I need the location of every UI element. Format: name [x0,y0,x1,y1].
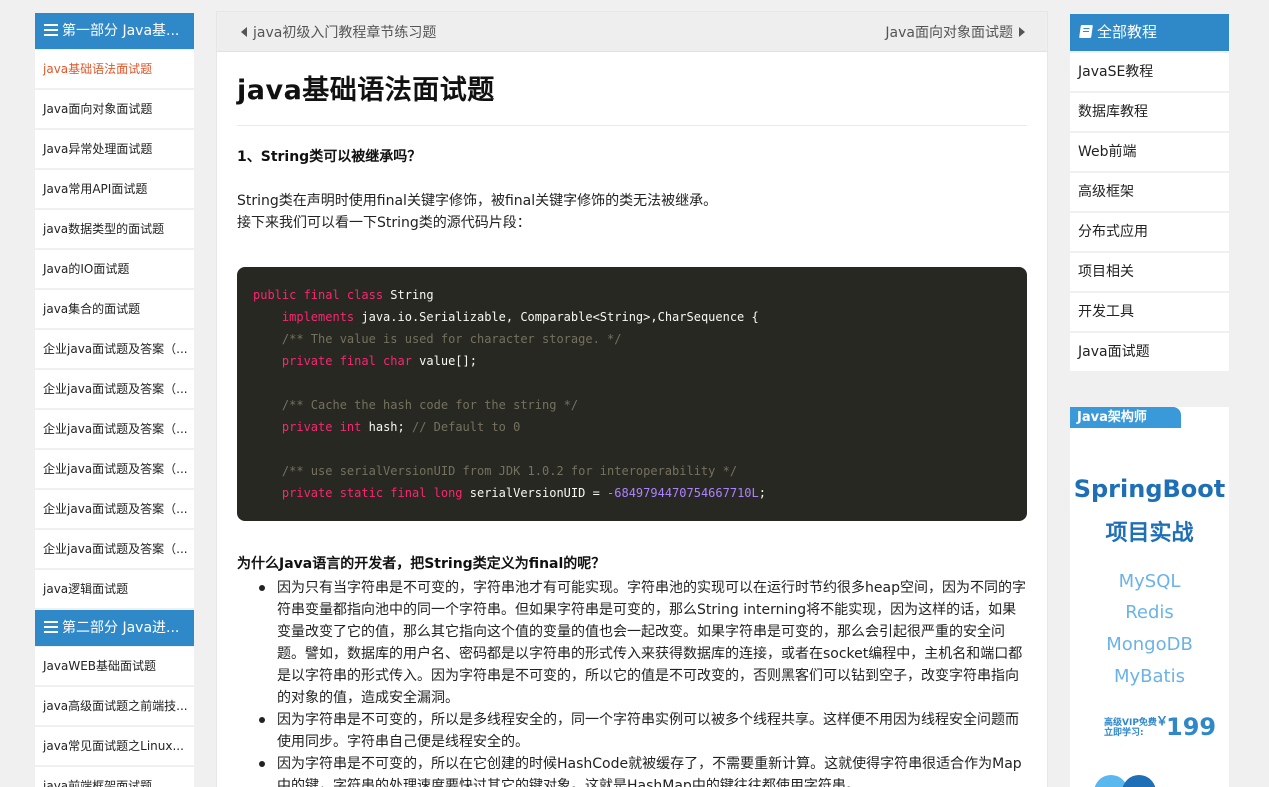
ad-tech-item: MyBatis [1114,666,1185,687]
ad-tech-item: Redis [1125,602,1174,623]
section-header-1[interactable]: 第一部分 Java基... [35,13,194,49]
right-sidebar: 全部教程 JavaSE教程 数据库教程 Web前端 高级框架 分布式应用 项目相… [1070,14,1229,371]
sidebar-item[interactable]: Java的IO面试题 [35,250,194,288]
sidebar-item[interactable]: java集合的面试题 [35,290,194,328]
next-link[interactable]: Java面向对象面试题 [885,22,1025,42]
sidebar-item[interactable]: 企业java面试题及答案（... [35,330,194,368]
tutorials-header: 全部教程 [1070,14,1229,51]
paragraph: String类在声明时使用final关键字修饰，被final关键字修饰的类无法被… [237,193,718,231]
sidebar-item[interactable]: java前端框架面试题 [35,767,194,787]
left-sidebar: 第一部分 Java基... java基础语法面试题 Java面向对象面试题 Ja… [35,13,194,787]
main-article: java初级入门教程章节练习题 Java面向对象面试题 java基础语法面试题 … [216,11,1048,787]
tutorial-link[interactable]: 分布式应用 [1070,213,1229,251]
list-item: 因为只有当字符串是不可变的，字符串池才有可能实现。字符串池的实现可以在运行时节约… [259,577,1027,709]
tutorial-link[interactable]: Web前端 [1070,133,1229,171]
question-1: 1、String类可以被继承吗？ [237,149,422,165]
ad-subheadline: 项目实战 [1105,521,1194,546]
menu-icon [44,24,58,36]
tutorial-link[interactable]: 项目相关 [1070,253,1229,291]
section-header-2[interactable]: 第二部分 Java进... [35,610,194,646]
list-item: 因为字符串是不可变的，所以在它创建的时候HashCode就被缓存了，不需要重新计… [259,753,1027,787]
tutorial-link[interactable]: 高级框架 [1070,173,1229,211]
tutorial-link[interactable]: JavaSE教程 [1070,53,1229,91]
ad-vip-text: 高级VIP免费 立即学习: [1104,718,1157,738]
sidebar-item[interactable]: java常见面试题之Linux... [35,727,194,765]
sidebar-item[interactable]: java高级面试题之前端技... [35,687,194,725]
ad-tag: Java架构师 [1070,407,1181,428]
sidebar-item-active[interactable]: java基础语法面试题 [35,50,194,88]
ad-price: 199 [1166,713,1217,741]
tutorial-link[interactable]: 开发工具 [1070,293,1229,331]
ad-banner[interactable]: Java架构师 SpringBoot 项目实战 MySQL Redis Mong… [1070,407,1229,787]
ad-tech-item: MySQL [1118,571,1181,592]
sidebar-item[interactable]: 企业java面试题及答案（... [35,450,194,488]
tutorial-link[interactable]: 数据库教程 [1070,93,1229,131]
sidebar-item[interactable]: 企业java面试题及答案（... [35,490,194,528]
book-icon [1079,25,1093,38]
answer-list: 因为只有当字符串是不可变的，字符串池才有可能实现。字符串池的实现可以在运行时节约… [237,577,1027,787]
prev-link[interactable]: java初级入门教程章节练习题 [241,22,436,42]
sidebar-item[interactable]: Java异常处理面试题 [35,130,194,168]
list-item: 因为字符串是不可变的，所以是多线程安全的，同一个字符串实例可以被多个线程共享。这… [259,709,1027,753]
sidebar-item[interactable]: Java面向对象面试题 [35,90,194,128]
caret-left-icon [241,26,247,37]
sidebar-item[interactable]: 企业java面试题及答案（... [35,530,194,568]
sidebar-item[interactable]: 企业java面试题及答案（... [35,370,194,408]
ad-headline: SpringBoot [1073,475,1226,503]
ad-tech-item: MongoDB [1106,634,1193,655]
page-title: java基础语法面试题 [237,75,495,106]
sidebar-item[interactable]: Java常用API面试题 [35,170,194,208]
sidebar-item[interactable]: java数据类型的面试题 [35,210,194,248]
code-block: public final class String implements jav… [237,267,1027,521]
sidebar-item[interactable]: java逻辑面试题 [35,570,194,608]
divider [237,125,1027,126]
question-2: 为什么Java语言的开发者，把String类定义为final的呢？ [237,556,606,572]
sidebar-item[interactable]: JavaWEB基础面试题 [35,647,194,685]
ad-decor-circle [1122,775,1156,787]
menu-icon [44,621,58,633]
tutorial-link[interactable]: Java面试题 [1070,333,1229,371]
caret-right-icon [1019,26,1025,37]
prev-next-nav: java初级入门教程章节练习题 Java面向对象面试题 [217,12,1047,52]
sidebar-item[interactable]: 企业java面试题及答案（... [35,410,194,448]
